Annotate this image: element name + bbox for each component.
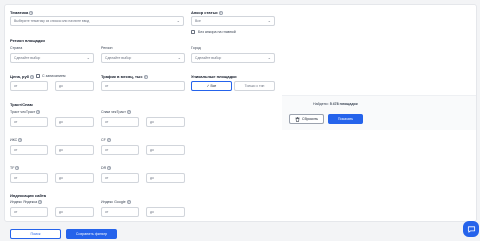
- trash-icon: [295, 116, 300, 122]
- traffic-label: Трафик в месяц, тыс?: [101, 74, 148, 79]
- spam-checktrust-label: Спам чекТраст?: [101, 110, 131, 115]
- region-select[interactable]: Сделайте выбор: [101, 53, 185, 63]
- cf-to-input[interactable]: до: [146, 145, 185, 155]
- no-anchor-checkbox[interactable]: [191, 30, 195, 34]
- trust-checktrust-label: Траст чекТраст?: [10, 110, 41, 115]
- unique-all-toggle[interactable]: ✓ Все: [191, 81, 232, 91]
- search-button[interactable]: Поиск: [10, 229, 61, 239]
- help-icon[interactable]: ?: [36, 110, 41, 115]
- trust-from-input[interactable]: от: [10, 117, 48, 127]
- yandex-index-label: Индекс Яндекса?: [10, 200, 43, 205]
- chat-icon: [467, 225, 475, 233]
- trust-section-label: Траст/Спам: [10, 102, 33, 107]
- ikc-to-input[interactable]: до: [55, 145, 94, 155]
- help-icon[interactable]: ?: [218, 10, 223, 15]
- cf-label: CF?: [101, 138, 111, 143]
- help-icon[interactable]: ?: [38, 200, 43, 205]
- country-select[interactable]: Сделайте выбор: [10, 53, 94, 63]
- help-icon[interactable]: ?: [106, 138, 111, 143]
- google-from-input[interactable]: от: [101, 207, 139, 217]
- dr-label: DR?: [101, 166, 112, 171]
- spam-from-input[interactable]: от: [101, 117, 139, 127]
- show-button[interactable]: Показать: [328, 114, 363, 124]
- no-anchor-label: Без анкора на главной: [198, 29, 236, 34]
- price-to-input[interactable]: до: [55, 81, 94, 91]
- region-section-label: Регион площадки: [10, 38, 45, 43]
- spam-to-input[interactable]: до: [146, 117, 185, 127]
- help-icon[interactable]: ?: [126, 200, 131, 205]
- unique-new-toggle[interactable]: Только с тип: [234, 81, 275, 91]
- tf-from-input[interactable]: от: [10, 173, 48, 183]
- cf-from-input[interactable]: от: [101, 145, 139, 155]
- tf-label: TF?: [10, 166, 20, 171]
- reset-button[interactable]: Сбросить: [289, 114, 324, 124]
- topic-label: Тематика?: [10, 10, 34, 15]
- city-select[interactable]: Сделайте выбор: [191, 53, 275, 63]
- google-index-label: Индекс Google?: [101, 200, 131, 205]
- save-filter-button[interactable]: Сохранить фильтр: [66, 229, 117, 239]
- region-label: Регион: [101, 46, 113, 50]
- traffic-input[interactable]: от: [101, 81, 185, 91]
- help-icon[interactable]: ?: [18, 138, 23, 143]
- price-from-input[interactable]: от: [10, 81, 48, 91]
- help-icon[interactable]: ?: [126, 110, 131, 115]
- country-label: Страна: [10, 46, 23, 50]
- indexing-section-label: Индексация сайта: [10, 193, 47, 198]
- help-icon[interactable]: ?: [15, 166, 20, 171]
- with-record-label: С записанием: [42, 73, 66, 78]
- help-icon[interactable]: ?: [29, 10, 34, 15]
- help-icon[interactable]: ?: [143, 74, 148, 79]
- price-label: Цена, руб?: [10, 74, 35, 79]
- anchor-select[interactable]: Все: [191, 16, 275, 26]
- trust-to-input[interactable]: до: [55, 117, 94, 127]
- help-icon[interactable]: ?: [107, 166, 112, 171]
- results-card: [282, 95, 476, 130]
- ikc-label: ИКС?: [10, 138, 23, 143]
- ikc-from-input[interactable]: от: [10, 145, 48, 155]
- yandex-to-input[interactable]: до: [55, 207, 94, 217]
- unique-label: Уникальные площадки: [191, 74, 237, 79]
- yandex-from-input[interactable]: от: [10, 207, 48, 217]
- chat-button[interactable]: [463, 221, 479, 237]
- with-record-checkbox[interactable]: [36, 74, 40, 78]
- anchor-label: Анкор статьи?: [191, 10, 223, 15]
- city-label: Город: [191, 46, 201, 50]
- found-count: Найдено: 5 478 площадок: [313, 102, 358, 106]
- google-to-input[interactable]: до: [146, 207, 185, 217]
- dr-to-input[interactable]: до: [146, 173, 185, 183]
- dr-from-input[interactable]: от: [101, 173, 139, 183]
- help-icon[interactable]: ?: [30, 74, 35, 79]
- topic-select[interactable]: Выберите тематику из списка или начните …: [10, 16, 184, 26]
- tf-to-input[interactable]: до: [55, 173, 94, 183]
